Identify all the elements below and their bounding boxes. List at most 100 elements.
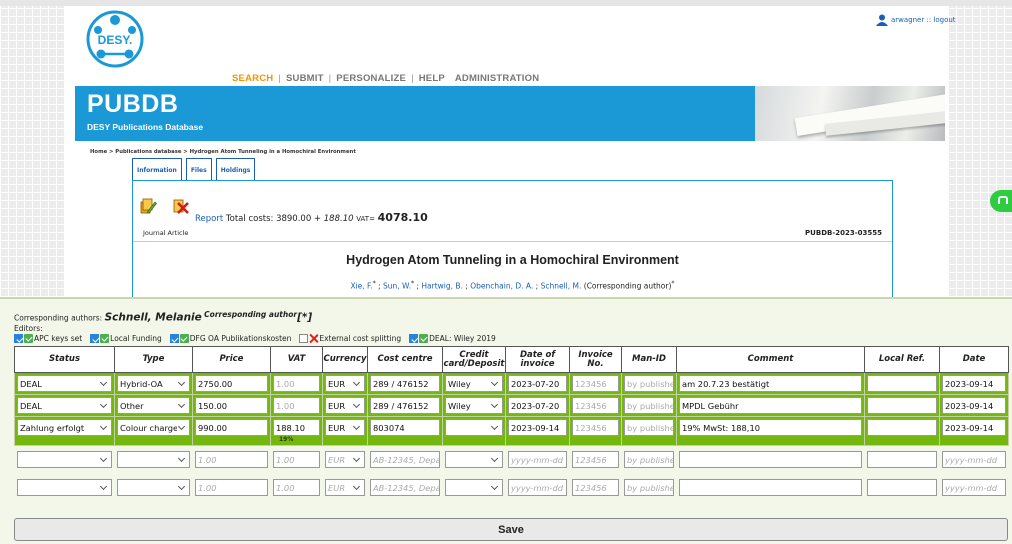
man-id-input[interactable]: by publishe: [624, 451, 674, 468]
price-input[interactable]: 150.00: [195, 397, 268, 414]
comment-input[interactable]: [679, 479, 862, 496]
price-input[interactable]: 1.00: [195, 479, 268, 496]
type-select[interactable]: Hybrid-OA: [117, 375, 190, 392]
invoice-no-input[interactable]: 123456: [572, 419, 619, 436]
invoice-no-input[interactable]: 123456: [572, 479, 619, 496]
credit-select[interactable]: [445, 419, 503, 436]
nav-personalize[interactable]: PERSONALIZE: [331, 73, 411, 84]
flag-dfg-oa[interactable]: DFG OA Publikationskosten: [169, 334, 291, 343]
man-id-input[interactable]: by publishe: [624, 375, 674, 392]
type-select[interactable]: [117, 479, 190, 496]
flag-local-funding[interactable]: Local Funding: [90, 334, 162, 343]
invoice-no-input[interactable]: 123456: [572, 451, 619, 468]
flag-apc-keys[interactable]: APC keys set: [14, 334, 82, 343]
save-button[interactable]: Save: [14, 518, 1008, 541]
man-id-input[interactable]: by publishe: [624, 419, 674, 436]
nav-search[interactable]: SEARCH: [232, 73, 278, 84]
price-input[interactable]: 2750.00: [195, 375, 268, 392]
currency-select[interactable]: EUR: [325, 479, 365, 496]
local-ref-input[interactable]: [867, 451, 937, 468]
type-select[interactable]: [117, 451, 190, 468]
nav-administration[interactable]: ADMINISTRATION: [450, 73, 544, 84]
status-select[interactable]: Zahlung erfolgt: [17, 419, 112, 436]
vat-input[interactable]: 1.00: [273, 479, 320, 496]
tab-files[interactable]: Files: [185, 158, 212, 181]
vat-input[interactable]: 1.00: [273, 397, 320, 414]
credit-select[interactable]: Wiley: [445, 375, 503, 392]
date-input[interactable]: 2023-09-14: [942, 419, 1006, 436]
local-ref-input[interactable]: [867, 479, 937, 496]
checkbox-icon: [299, 334, 309, 343]
corresponding-authors: Corresponding authors: Schnell, Melanie …: [14, 310, 313, 324]
nav-help[interactable]: HELP: [414, 73, 450, 84]
comment-input[interactable]: 19% MwSt: 188,10: [679, 419, 862, 436]
desy-logo[interactable]: DESY.: [86, 10, 144, 68]
flag-deal-wiley[interactable]: DEAL: Wiley 2019: [409, 334, 496, 343]
invoice-date-input[interactable]: 2023-07-20: [508, 397, 567, 414]
currency-select[interactable]: EUR: [325, 375, 365, 392]
report-link[interactable]: Report: [195, 214, 223, 224]
tab-holdings[interactable]: Holdings: [215, 158, 256, 181]
type-select[interactable]: Colour charge: [117, 419, 190, 436]
author-link[interactable]: Sun, W.: [383, 282, 411, 291]
cost-centre-input[interactable]: 803074: [370, 419, 440, 436]
invoice-date-input[interactable]: 2023-07-20: [508, 375, 567, 392]
col-type: Type: [114, 346, 193, 373]
status-select[interactable]: [17, 451, 112, 468]
author-link[interactable]: Xie, F.: [350, 282, 372, 291]
credit-select[interactable]: Wiley: [445, 397, 503, 414]
author-link[interactable]: Hartwig, B.: [421, 282, 463, 291]
cost-centre-input[interactable]: 289 / 476152: [370, 397, 440, 414]
currency-select[interactable]: EUR: [325, 397, 365, 414]
man-id-input[interactable]: by publishe: [624, 397, 674, 414]
nav-submit[interactable]: SUBMIT: [281, 73, 329, 84]
cost-centre-input[interactable]: AB-12345, Depa: [370, 451, 440, 468]
table-header: Status Type Price VAT Currency Cost cent…: [14, 346, 1009, 373]
cost-centre-input[interactable]: AB-12345, Depa: [370, 479, 440, 496]
date-input[interactable]: yyyy-mm-dd: [942, 451, 1006, 468]
price-input[interactable]: 990.00: [195, 419, 268, 436]
status-select[interactable]: [17, 479, 112, 496]
comment-input[interactable]: [679, 451, 862, 468]
user-bar[interactable]: arwagner :: logout: [876, 14, 956, 26]
vat-input[interactable]: 188.10: [273, 419, 320, 436]
flag-external-cost-splitting[interactable]: External cost splitting: [299, 334, 401, 343]
credit-select[interactable]: [445, 451, 503, 468]
vat-input[interactable]: 1.00: [273, 451, 320, 468]
col-comment: Comment: [676, 346, 865, 373]
breadcrumb[interactable]: Home > Publications database > Hydrogen …: [90, 149, 356, 155]
status-select[interactable]: DEAL: [17, 397, 112, 414]
local-ref-input[interactable]: [867, 419, 937, 436]
invoice-date-input[interactable]: yyyy-mm-dd: [508, 479, 567, 496]
author-link[interactable]: Schnell, M.: [541, 282, 582, 291]
unlock-icon[interactable]: [990, 190, 1012, 212]
currency-select[interactable]: EUR: [325, 451, 365, 468]
user-logout-link[interactable]: arwagner :: logout: [891, 16, 956, 24]
cost-table: Status Type Price VAT Currency Cost cent…: [14, 346, 1009, 502]
vat-input[interactable]: 1.00: [273, 375, 320, 392]
invoice-date-input[interactable]: yyyy-mm-dd: [508, 451, 567, 468]
comment-input[interactable]: am 20.7.23 bestätigt: [679, 375, 862, 392]
invoice-no-input[interactable]: 123456: [572, 397, 619, 414]
status-select[interactable]: DEAL: [17, 375, 112, 392]
invoice-no-input[interactable]: 123456: [572, 375, 619, 392]
date-input[interactable]: yyyy-mm-dd: [942, 479, 1006, 496]
price-input[interactable]: 1.00: [195, 451, 268, 468]
chevron-down-icon: [352, 378, 361, 386]
tab-information[interactable]: Information: [132, 158, 182, 181]
local-ref-input[interactable]: [867, 397, 937, 414]
local-ref-input[interactable]: [867, 375, 937, 392]
delete-record-icon[interactable]: [171, 196, 189, 214]
invoice-date-input[interactable]: 2023-09-14: [508, 419, 567, 436]
cost-centre-input[interactable]: 289 / 476152: [370, 375, 440, 392]
comment-input[interactable]: MPDL Gebühr: [679, 397, 862, 414]
author-link[interactable]: Obenchain, D. A.: [470, 282, 533, 291]
currency-select[interactable]: EUR: [325, 419, 365, 436]
edit-record-icon[interactable]: [139, 196, 157, 214]
banner: PUBDB DESY Publications Database: [75, 86, 945, 141]
man-id-input[interactable]: by publishe: [624, 479, 674, 496]
date-input[interactable]: 2023-09-14: [942, 375, 1006, 392]
type-select[interactable]: Other: [117, 397, 190, 414]
credit-select[interactable]: [445, 479, 503, 496]
date-input[interactable]: 2023-09-14: [942, 397, 1006, 414]
